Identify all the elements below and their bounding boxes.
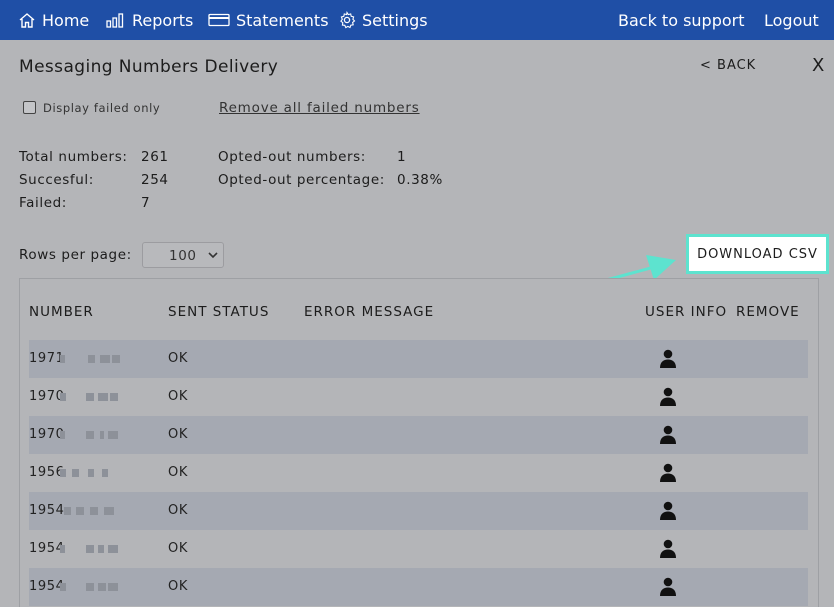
nav-reports[interactable]: Reports (106, 0, 193, 40)
redacted-digits (60, 431, 65, 439)
redacted-digits (104, 507, 114, 515)
back-link[interactable]: < BACK (700, 58, 756, 73)
user-info-icon[interactable] (659, 425, 677, 445)
close-button[interactable]: X (812, 55, 824, 76)
sent-status-cell: OK (168, 541, 188, 556)
column-header-user-info: USER INFO (645, 304, 728, 320)
redacted-digits (86, 545, 94, 553)
nav-home[interactable]: Home (18, 0, 89, 40)
nav-back-to-support[interactable]: Back to support (618, 0, 745, 40)
successful-label: Succesful: (19, 172, 94, 188)
redacted-digits (88, 355, 95, 363)
nav-settings-label: Settings (362, 10, 428, 30)
total-numbers-label: Total numbers: (19, 149, 128, 165)
chevron-down-icon (208, 252, 218, 259)
rows-per-page-select[interactable]: 100 (142, 242, 224, 268)
home-icon (19, 13, 35, 28)
phone-number-cell: 1954 (29, 503, 65, 518)
column-header-number: NUMBER (29, 304, 94, 320)
sent-status-cell: OK (168, 465, 188, 480)
redacted-digits (60, 355, 65, 363)
table-row (29, 378, 808, 416)
table-row (29, 340, 808, 378)
sent-status-cell: OK (168, 503, 188, 518)
rows-per-page-label: Rows per page: (19, 247, 132, 263)
gear-icon (340, 11, 356, 29)
top-navigation: Home Reports Statements Settings Back to… (0, 0, 834, 40)
redacted-digits (98, 545, 104, 553)
bar-chart-icon (106, 13, 124, 28)
redacted-digits (60, 583, 66, 591)
table-row (29, 530, 808, 568)
redacted-digits (100, 431, 104, 439)
table-row (29, 454, 808, 492)
redacted-digits (86, 431, 94, 439)
nav-settings[interactable]: Settings (338, 0, 428, 40)
sent-status-cell: OK (168, 427, 188, 442)
redacted-digits (108, 431, 118, 439)
user-info-icon[interactable] (659, 501, 677, 521)
table-row (29, 492, 808, 530)
redacted-digits (98, 393, 108, 401)
sent-status-cell: OK (168, 351, 188, 366)
nav-statements-label: Statements (236, 10, 329, 30)
redacted-digits (110, 393, 118, 401)
rows-per-page-value: 100 (169, 248, 197, 264)
page-title: Messaging Numbers Delivery (19, 57, 279, 77)
redacted-digits (64, 507, 71, 515)
table-row (29, 416, 808, 454)
redacted-digits (108, 583, 118, 591)
failed-label: Failed: (19, 195, 67, 211)
user-info-icon[interactable] (659, 349, 677, 369)
nav-logout[interactable]: Logout (764, 0, 819, 40)
column-header-error-message: ERROR MESSAGE (304, 304, 435, 320)
redacted-digits (60, 545, 65, 553)
statement-icon (208, 13, 230, 27)
redacted-digits (108, 545, 118, 553)
redacted-digits (72, 469, 79, 477)
opted-out-pct-value: 0.38% (397, 172, 443, 188)
opted-out-label: Opted-out numbers: (218, 149, 366, 165)
nav-support-label: Back to support (618, 10, 745, 30)
remove-failed-link[interactable]: Remove all failed numbers (219, 100, 420, 116)
redacted-digits (102, 469, 108, 477)
redacted-digits (86, 393, 94, 401)
table-row (29, 568, 808, 606)
redacted-digits (88, 469, 94, 477)
nav-statements[interactable]: Statements (208, 0, 329, 40)
user-info-icon[interactable] (659, 387, 677, 407)
successful-value: 254 (141, 172, 169, 188)
redacted-digits (60, 469, 66, 477)
nav-logout-label: Logout (764, 10, 819, 30)
user-info-icon[interactable] (659, 577, 677, 597)
redacted-digits (112, 355, 120, 363)
display-failed-checkbox[interactable] (23, 101, 36, 114)
redacted-digits (90, 507, 98, 515)
redacted-digits (76, 507, 84, 515)
redacted-digits (86, 583, 94, 591)
sent-status-cell: OK (168, 579, 188, 594)
failed-value: 7 (141, 195, 151, 211)
opted-out-value: 1 (397, 149, 407, 165)
user-info-icon[interactable] (659, 539, 677, 559)
redacted-digits (98, 583, 106, 591)
column-header-sent-status: SENT STATUS (168, 304, 270, 320)
nav-home-label: Home (42, 10, 90, 30)
download-csv-button[interactable]: DOWNLOAD CSV (686, 234, 829, 274)
redacted-digits (60, 393, 66, 401)
display-failed-label[interactable]: Display failed only (43, 101, 160, 115)
redacted-digits (100, 355, 110, 363)
column-header-remove: REMOVE (736, 304, 800, 320)
total-numbers-value: 261 (141, 149, 169, 165)
nav-reports-label: Reports (132, 10, 194, 30)
user-info-icon[interactable] (659, 463, 677, 483)
opted-out-pct-label: Opted-out percentage: (218, 172, 385, 188)
sent-status-cell: OK (168, 389, 188, 404)
